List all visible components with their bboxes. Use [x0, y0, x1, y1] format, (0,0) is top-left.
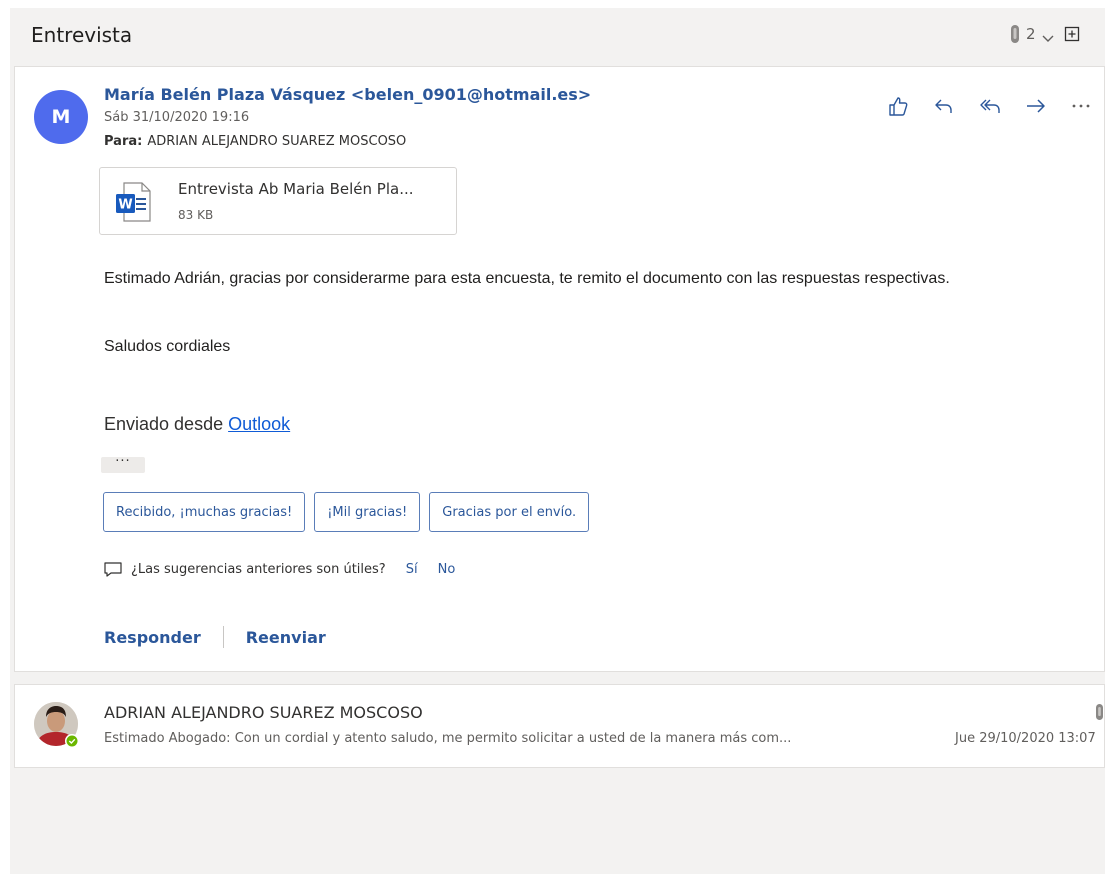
to-label: Para: [104, 134, 143, 149]
sender-name[interactable]: María Belén Plaza Vásquez <belen_0901@ho… [104, 85, 591, 104]
attachment-count: 2 [1026, 25, 1036, 43]
previous-preview: Estimado Abogado: Con un cordial y atent… [104, 731, 792, 746]
feedback-question: ¿Las sugerencias anteriores son útiles? [131, 561, 386, 577]
suggested-reply-3[interactable]: Gracias por el envío. [429, 492, 590, 532]
more-icon[interactable] [1069, 95, 1095, 117]
suggested-reply-2[interactable]: ¡Mil gracias! [314, 492, 421, 532]
feedback-no[interactable]: No [438, 562, 456, 577]
like-icon[interactable] [885, 95, 911, 117]
attachment-name: Entrevista Ab Maria Belén Pla... [178, 180, 414, 198]
previous-date: Jue 29/10/2020 13:07 [955, 731, 1096, 746]
suggested-replies: Recibido, ¡muchas gracias! ¡Mil gracias!… [103, 492, 590, 532]
thread-title: Entrevista [31, 23, 133, 47]
show-more-button[interactable]: ··· [101, 455, 145, 473]
reply-button[interactable]: Responder [104, 628, 201, 647]
open-in-new-window-icon[interactable] [1064, 26, 1080, 42]
signature: Enviado desde Outlook [104, 414, 290, 435]
reply-icon[interactable] [931, 95, 957, 117]
forward-icon[interactable] [1023, 95, 1049, 117]
reply-bar: Responder Reenviar [104, 626, 326, 648]
signature-prefix: Enviado desde [104, 414, 224, 434]
feedback-yes[interactable]: Sí [406, 562, 418, 577]
attachment-card[interactable]: W Entrevista Ab Maria Belén Pla... 83 KB [99, 167, 457, 235]
reply-all-icon[interactable] [977, 95, 1003, 117]
previous-sender: ADRIAN ALEJANDRO SUAREZ MOSCOSO [104, 703, 423, 722]
reading-pane: Entrevista 2 M María Belén Plaza Vásquez… [10, 8, 1105, 874]
divider [222, 626, 224, 648]
suggestions-feedback: ¿Las sugerencias anteriores son útiles? … [103, 561, 455, 577]
message-body: Estimado Adrián, gracias por considerarm… [104, 270, 950, 287]
message-card: M María Belén Plaza Vásquez <belen_0901@… [14, 66, 1105, 672]
chevron-down-icon[interactable] [1042, 29, 1054, 42]
sender-photo-avatar[interactable] [33, 700, 81, 754]
word-document-icon: W [114, 181, 154, 223]
attachments-summary[interactable]: 2 [1010, 23, 1080, 45]
forward-button[interactable]: Reenviar [246, 628, 326, 647]
feedback-icon [103, 561, 123, 577]
message-closing: Saludos cordiales [104, 338, 231, 355]
thread-header: Entrevista 2 [10, 8, 1105, 64]
sender-avatar[interactable]: M [34, 90, 88, 144]
recipient-line: Para: ADRIAN ALEJANDRO SUAREZ MOSCOSO [104, 134, 406, 149]
previous-message[interactable]: ADRIAN ALEJANDRO SUAREZ MOSCOSO Estimado… [14, 684, 1105, 768]
paperclip-icon [1010, 24, 1020, 44]
message-actions [885, 95, 1095, 117]
message-date: Sáb 31/10/2020 19:16 [104, 110, 250, 125]
outlook-link[interactable]: Outlook [228, 414, 290, 434]
paperclip-icon [1095, 703, 1104, 721]
suggested-reply-1[interactable]: Recibido, ¡muchas gracias! [103, 492, 306, 532]
attachment-size: 83 KB [178, 208, 214, 222]
svg-text:W: W [118, 198, 132, 213]
recipient-name[interactable]: ADRIAN ALEJANDRO SUAREZ MOSCOSO [147, 134, 406, 149]
